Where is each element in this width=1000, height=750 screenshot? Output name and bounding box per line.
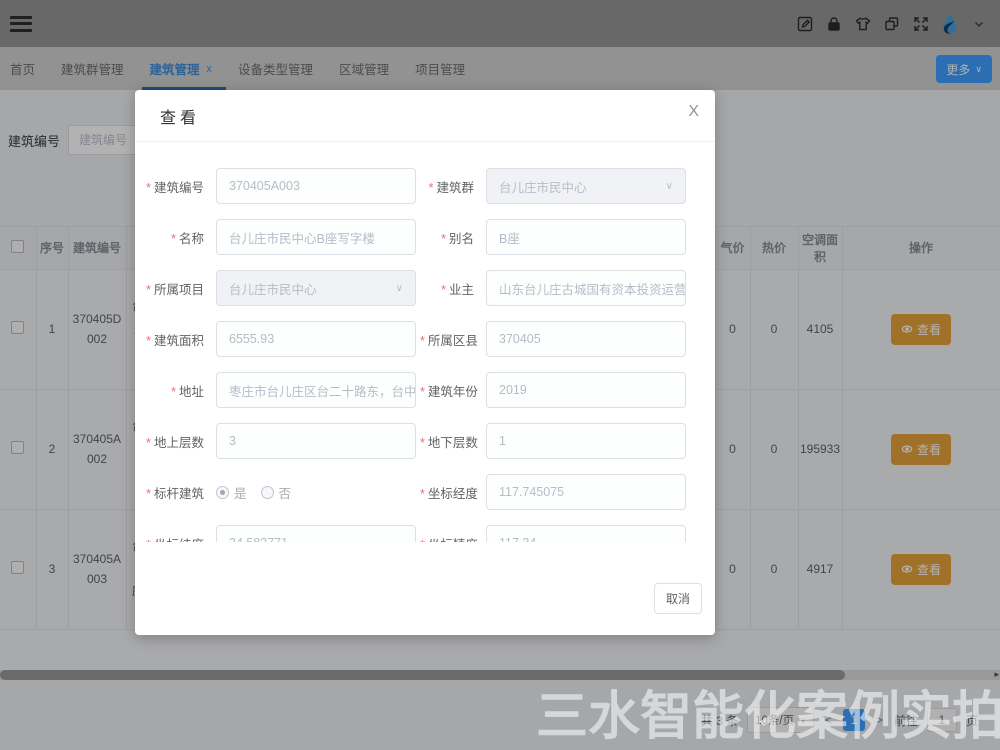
chevron-down-icon: ∨: [666, 181, 673, 192]
field-label: *地上层数: [137, 432, 212, 451]
chevron-down-icon: ∨: [396, 283, 403, 294]
field-label: *建筑面积: [137, 330, 212, 349]
benchmark-radio-group: 是 否: [216, 483, 416, 502]
app-window: 首页 建筑群管理 建筑管理 x 设备类型管理 区域管理 项目管理 更多 ∨ 建筑…: [0, 0, 1000, 750]
close-icon[interactable]: X: [688, 104, 699, 120]
year-field[interactable]: 2019: [486, 372, 686, 408]
address-field[interactable]: 枣庄市台儿庄区台二十路东，台中路南: [216, 372, 416, 408]
dialog-footer: 取消: [654, 583, 702, 614]
dialog-form: *建筑编号 370405A003 *建筑群 台儿庄市民中心∨ *名称 台儿庄市民…: [135, 143, 715, 542]
radio-icon: [216, 486, 229, 499]
name-field[interactable]: 台儿庄市民中心B座写字楼: [216, 219, 416, 255]
field-label: *地下层数: [420, 432, 482, 451]
radio-icon: [261, 486, 274, 499]
field-label: *建筑群: [420, 177, 482, 196]
floors-above-field[interactable]: 3: [216, 423, 416, 459]
building-group-select[interactable]: 台儿庄市民中心∨: [486, 168, 686, 204]
field-label: *坐标精度: [420, 534, 482, 543]
field-label: *业主: [420, 279, 482, 298]
area-field[interactable]: 6555.93: [216, 321, 416, 357]
dialog-title: 查看: [160, 104, 200, 128]
field-label: *别名: [420, 228, 482, 247]
latitude-field[interactable]: 34.583771: [216, 525, 416, 542]
floors-below-field[interactable]: 1: [486, 423, 686, 459]
view-dialog: 查看 X *建筑编号 370405A003 *建筑群 台儿庄市民中心∨ *名称 …: [135, 90, 715, 635]
building-code-field[interactable]: 370405A003: [216, 168, 416, 204]
precision-field[interactable]: 117.34: [486, 525, 686, 542]
dialog-header: 查看 X: [135, 90, 715, 142]
cancel-button[interactable]: 取消: [654, 583, 702, 614]
alias-field[interactable]: B座: [486, 219, 686, 255]
project-select[interactable]: 台儿庄市民中心∨: [216, 270, 416, 306]
owner-field[interactable]: 山东台儿庄古城国有资本投资运营有限公司: [486, 270, 686, 306]
field-label: *建筑编号: [137, 177, 212, 196]
field-label: *地址: [137, 381, 212, 400]
field-label: *标杆建筑: [137, 483, 212, 502]
field-label: *名称: [137, 228, 212, 247]
radio-no[interactable]: 否: [261, 483, 292, 502]
field-label: *坐标纬度: [137, 534, 212, 543]
field-label: *建筑年份: [420, 381, 482, 400]
radio-yes[interactable]: 是: [216, 483, 247, 502]
field-label: *所属区县: [420, 330, 482, 349]
field-label: *坐标经度: [420, 483, 482, 502]
district-field[interactable]: 370405: [486, 321, 686, 357]
field-label: *所属项目: [137, 279, 212, 298]
longitude-field[interactable]: 117.745075: [486, 474, 686, 510]
